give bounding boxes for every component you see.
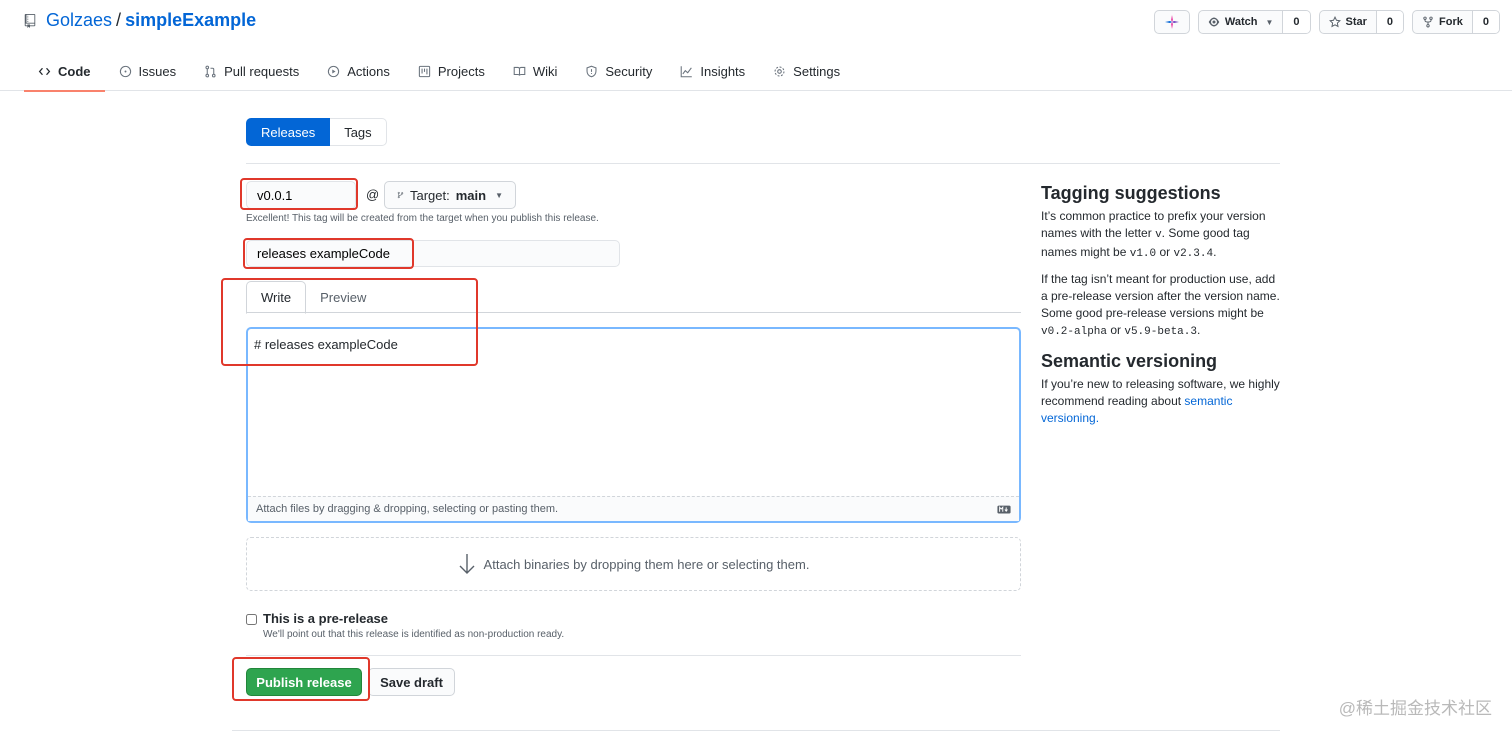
attach-binaries-dropzone[interactable]: Attach binaries by dropping them here or… (246, 537, 1021, 591)
star-button[interactable]: Star (1320, 11, 1377, 33)
project-icon (418, 65, 431, 78)
repo-title: Golzaes / simpleExample (24, 10, 256, 31)
tab-label: Wiki (532, 64, 558, 79)
annotation-box-editor (221, 278, 478, 366)
tagging-paragraph-1: It’s common practice to prefix your vers… (1041, 209, 1266, 260)
code-icon (38, 67, 51, 76)
arrow-down-icon (459, 554, 475, 574)
star-button-group: Star 0 (1318, 10, 1405, 34)
repo-icon (24, 13, 36, 28)
tagging-sidebar: Tagging suggestions It’s common practice… (1041, 183, 1281, 435)
issue-icon (119, 65, 131, 78)
fork-count[interactable]: 0 (1472, 11, 1499, 33)
fork-icon (1423, 16, 1433, 28)
book-icon (513, 66, 526, 76)
star-count[interactable]: 0 (1376, 11, 1404, 33)
repo-separator: / (116, 10, 122, 30)
tab-code[interactable]: Code (24, 52, 105, 92)
watermark: @稀土掘金技术社区 (1338, 699, 1492, 718)
divider (246, 163, 1280, 164)
tab-settings[interactable]: Settings (759, 52, 854, 91)
sponsor-button[interactable] (1153, 10, 1190, 34)
graph-icon (681, 66, 693, 78)
branch-icon (397, 191, 404, 199)
target-branch-button[interactable]: Target: main ▼ (384, 181, 516, 209)
tagging-suggestions-heading: Tagging suggestions (1041, 183, 1221, 203)
attach-binaries-text: Attach binaries by dropping them here or… (483, 556, 810, 572)
tagging-paragraph-2: If the tag isn’t meant for production us… (1041, 272, 1280, 338)
prerelease-title[interactable]: This is a pre-release (263, 611, 564, 626)
repo-actions: Watch ▼ 0 Star 0 Fork 0 (1153, 10, 1500, 34)
annotation-box-title (243, 238, 414, 269)
divider (246, 655, 1021, 656)
prerelease-option: This is a pre-release We'll point out th… (246, 611, 564, 640)
shield-icon (586, 65, 597, 78)
tab-projects[interactable]: Projects (404, 52, 499, 91)
chevron-down-icon: ▼ (1265, 17, 1274, 27)
tab-wiki[interactable]: Wiki (499, 52, 572, 91)
tab-label: Insights (700, 64, 746, 79)
tab-security[interactable]: Security (571, 52, 666, 91)
semantic-versioning-heading: Semantic versioning (1041, 351, 1218, 371)
pull-request-icon (205, 65, 216, 78)
target-label: Target: (409, 187, 450, 203)
tab-pull-requests[interactable]: Pull requests (190, 52, 313, 91)
chevron-down-icon: ▼ (495, 190, 503, 200)
gear-icon (774, 66, 785, 77)
tab-label: Code (58, 64, 91, 79)
save-draft-button[interactable]: Save draft (368, 668, 455, 696)
tab-label: Settings (793, 64, 841, 79)
annotation-box-tag (240, 178, 358, 210)
tab-issues[interactable]: Issues (105, 52, 191, 91)
divider (232, 730, 1280, 731)
fork-label: Fork (1439, 16, 1463, 28)
play-icon (328, 65, 340, 78)
attach-files-bar[interactable]: Attach files by dragging & dropping, sel… (248, 496, 1019, 521)
watch-label: Watch (1224, 16, 1258, 28)
fork-button-group: Fork 0 (1412, 10, 1500, 34)
tab-label: Projects (437, 64, 485, 79)
at-sign: @ (366, 187, 380, 202)
releases-tab[interactable]: Releases (246, 118, 331, 146)
tab-label: Issues (138, 64, 177, 79)
semver-paragraph: If you’re new to releasing software, we … (1041, 377, 1280, 425)
prerelease-checkbox[interactable] (246, 614, 257, 625)
star-label: Star (1345, 16, 1367, 28)
tag-note: Excellent! This tag will be created from… (246, 213, 599, 224)
tab-label: Security (605, 64, 653, 79)
eye-icon (1208, 17, 1220, 27)
prerelease-description: We'll point out that this release is ide… (263, 629, 565, 640)
watch-button[interactable]: Watch ▼ (1199, 11, 1284, 33)
annotation-box-publish (232, 657, 370, 701)
tags-tab[interactable]: Tags (330, 118, 387, 146)
repo-name-link[interactable]: simpleExample (125, 10, 256, 31)
tab-label: Actions (347, 64, 390, 79)
sparkle-icon (1164, 15, 1179, 29)
watch-count[interactable]: 0 (1283, 11, 1310, 33)
releases-subnav: Releases Tags (246, 118, 387, 146)
tab-actions[interactable]: Actions (313, 52, 404, 91)
tab-insights[interactable]: Insights (666, 52, 759, 91)
attach-files-text: Attach files by dragging & dropping, sel… (256, 503, 559, 515)
markdown-icon[interactable] (997, 505, 1011, 514)
repo-header: Golzaes / simpleExample Watch ▼ 0 Star 0 (0, 0, 1512, 92)
target-branch-name: main (455, 187, 487, 203)
repo-owner-link[interactable]: Golzaes (46, 10, 112, 31)
repo-tabs: Code Issues Pull requests Actions Projec… (24, 52, 854, 92)
watch-button-group: Watch ▼ 0 (1197, 10, 1311, 34)
fork-button[interactable]: Fork (1413, 11, 1473, 33)
star-icon (1328, 16, 1341, 28)
tab-label: Pull requests (224, 64, 300, 79)
